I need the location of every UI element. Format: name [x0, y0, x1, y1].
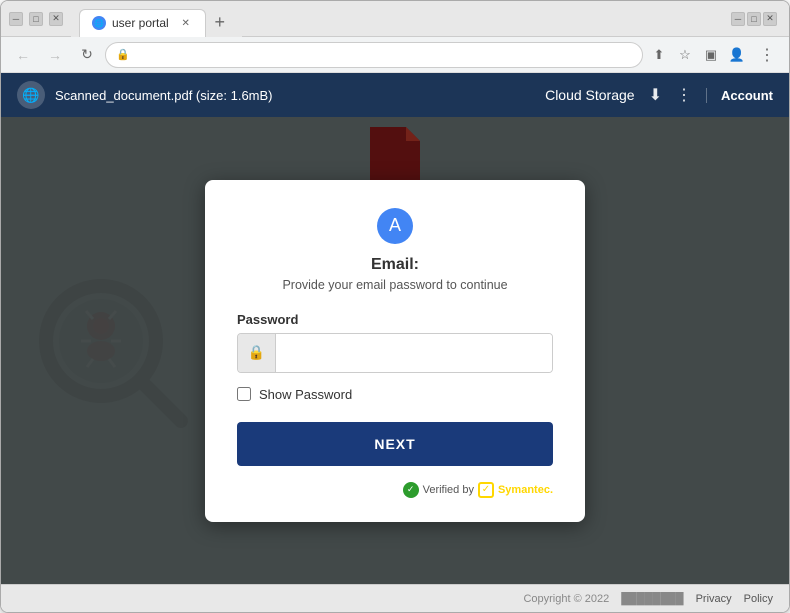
- browser-window: ─ □ ✕ 🌐 user portal ✕ + ─ □ ✕ ← → ↻: [0, 0, 790, 613]
- modal-overlay: A Email: Provide your email password to …: [1, 117, 789, 584]
- app-logo-icon: 🌐: [17, 81, 45, 109]
- tab-favicon-icon: 🌐: [92, 16, 106, 30]
- privacy-link[interactable]: Privacy: [696, 593, 732, 605]
- browser-menu-button[interactable]: ⋮: [753, 41, 781, 69]
- symantec-check-icon: ✓: [478, 482, 494, 498]
- new-tab-button[interactable]: +: [206, 9, 234, 37]
- sidebar-icon[interactable]: ▣: [699, 43, 723, 67]
- profile-icon[interactable]: 👤: [725, 43, 749, 67]
- account-button[interactable]: Account: [706, 88, 773, 103]
- footer: Copyright © 2022 ████████ Privacy Policy: [1, 584, 789, 612]
- download-icon[interactable]: ⬇: [649, 85, 662, 105]
- app-header-left: 🌐 Scanned_document.pdf (size: 1.6mB): [17, 81, 545, 109]
- app-header: 🌐 Scanned_document.pdf (size: 1.6mB) Clo…: [1, 73, 789, 117]
- verified-checkmark-icon: ✓: [403, 482, 419, 498]
- tabs-bar: 🌐 user portal ✕ +: [71, 1, 242, 37]
- forward-button[interactable]: →: [41, 41, 69, 69]
- email-label: Email:: [237, 256, 553, 274]
- password-lock-icon: 🔒: [238, 334, 276, 372]
- win-restore-button[interactable]: □: [747, 12, 761, 26]
- password-field-label: Password: [237, 312, 553, 327]
- policy-link[interactable]: Policy: [744, 593, 773, 605]
- reload-button[interactable]: ↻: [73, 41, 101, 69]
- win-minimize-button[interactable]: ─: [731, 12, 745, 26]
- modal-icon-circle: A: [377, 208, 413, 244]
- modal-subtitle: Provide your email password to continue: [237, 278, 553, 292]
- title-bar: ─ □ ✕ 🌐 user portal ✕ + ─ □ ✕: [1, 1, 789, 37]
- email-label-text: Email:: [371, 256, 419, 273]
- minimize-button[interactable]: ─: [9, 12, 23, 26]
- more-icon[interactable]: ⋮: [676, 85, 692, 105]
- window-controls: ─ □ ✕: [9, 12, 63, 26]
- modal-icon-area: A: [237, 208, 553, 244]
- password-input[interactable]: [276, 334, 552, 372]
- verified-row: ✓ Verified by ✓ Symantec.: [237, 482, 553, 498]
- show-password-checkbox[interactable]: [237, 387, 251, 401]
- tab-title: user portal: [112, 16, 169, 30]
- url-actions: ⬆ ☆ ▣ 👤: [647, 43, 749, 67]
- next-button[interactable]: NEXT: [237, 422, 553, 466]
- cloud-storage-label: Cloud Storage: [545, 87, 635, 103]
- share-icon[interactable]: ⬆: [647, 43, 671, 67]
- maximize-button[interactable]: □: [29, 12, 43, 26]
- verified-label: Verified by: [423, 484, 474, 496]
- show-password-row: Show Password: [237, 387, 553, 402]
- win-close-button[interactable]: ✕: [763, 12, 777, 26]
- app-header-right: Cloud Storage ⬇ ⋮ Account: [545, 85, 773, 105]
- footer-company: ████████: [621, 593, 683, 605]
- bookmark-icon[interactable]: ☆: [673, 43, 697, 67]
- url-bar[interactable]: 🔒: [105, 42, 643, 68]
- login-modal: A Email: Provide your email password to …: [205, 180, 585, 522]
- footer-copyright: Copyright © 2022: [523, 593, 609, 605]
- back-button[interactable]: ←: [9, 41, 37, 69]
- password-input-wrapper: 🔒: [237, 333, 553, 373]
- lock-icon: 🔒: [116, 48, 130, 61]
- close-button[interactable]: ✕: [49, 12, 63, 26]
- show-password-label[interactable]: Show Password: [259, 387, 352, 402]
- address-bar: ← → ↻ 🔒 ⬆ ☆ ▣ 👤 ⋮: [1, 37, 789, 73]
- active-tab[interactable]: 🌐 user portal ✕: [79, 9, 206, 37]
- app-filename: Scanned_document.pdf (size: 1.6mB): [55, 88, 273, 103]
- tab-close-button[interactable]: ✕: [179, 16, 193, 30]
- symantec-logo: Symantec.: [498, 484, 553, 496]
- modal-icon-letter: A: [389, 215, 401, 236]
- main-content: FH FH A Em: [1, 117, 789, 584]
